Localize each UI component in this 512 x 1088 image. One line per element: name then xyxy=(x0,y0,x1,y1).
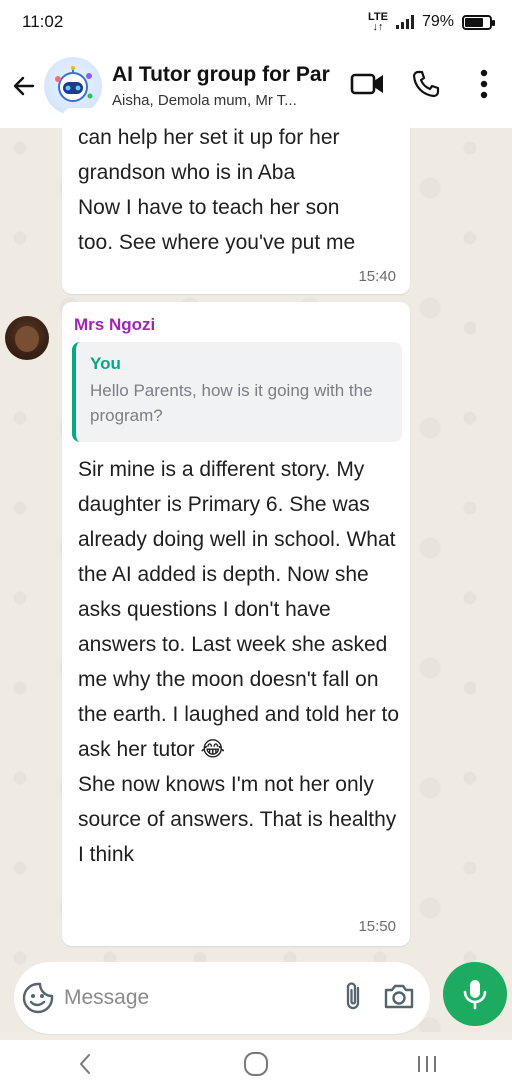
battery-icon xyxy=(462,14,495,30)
header-actions xyxy=(348,62,504,106)
message-time: 15:40 xyxy=(358,268,396,285)
status-indicators: LTE ↓↑ 79% xyxy=(368,11,495,33)
nav-back-icon xyxy=(80,1054,91,1074)
nav-home-icon xyxy=(243,1052,268,1076)
message-bubble[interactable]: Mrs Ngozi You Hello Parents, how is it g… xyxy=(62,302,410,946)
header-text[interactable]: AI Tutor group for Par Aisha, Demola mum… xyxy=(112,63,352,109)
nav-recents-button[interactable] xyxy=(397,1044,457,1084)
message-bubble-previous[interactable]: can help her set it up for her grandson … xyxy=(62,108,410,294)
nav-home-button[interactable] xyxy=(226,1044,286,1084)
battery-percent: 79% xyxy=(421,13,454,30)
back-button[interactable] xyxy=(6,66,42,106)
robot-icon xyxy=(55,66,93,102)
message-text: can help her set it up for her grandson … xyxy=(78,126,356,254)
system-navigation-bar xyxy=(0,1040,512,1088)
video-call-icon xyxy=(350,73,383,95)
attach-button[interactable] xyxy=(342,979,364,1018)
signal-icon xyxy=(395,15,414,29)
nav-back-button[interactable] xyxy=(55,1044,115,1084)
camera-button[interactable] xyxy=(382,981,416,1016)
emoji-sticker-icon xyxy=(22,982,54,1014)
status-bar: 11:02 LTE ↓↑ 79% xyxy=(0,0,512,44)
more-options-button[interactable] xyxy=(464,62,504,106)
more-options-icon xyxy=(480,69,488,99)
sender-name[interactable]: Mrs Ngozi xyxy=(74,315,155,335)
quote-author: You xyxy=(90,354,121,373)
back-arrow-icon xyxy=(13,76,35,96)
emoji-button[interactable] xyxy=(18,978,58,1018)
video-call-button[interactable] xyxy=(348,62,388,106)
network-type: LTE ↓↑ xyxy=(368,11,388,33)
group-title: AI Tutor group for Par xyxy=(112,63,330,86)
camera-icon xyxy=(384,984,414,1008)
message-input[interactable] xyxy=(64,986,284,1010)
quoted-message[interactable]: You Hello Parents, how is it going with … xyxy=(72,342,402,442)
voice-call-button[interactable] xyxy=(406,62,446,106)
message-time: 15:50 xyxy=(358,918,396,935)
composer-actions xyxy=(342,979,416,1018)
message-composer xyxy=(14,962,430,1034)
mic-icon xyxy=(463,980,487,1010)
attach-icon xyxy=(346,981,360,1009)
group-avatar[interactable] xyxy=(44,57,102,115)
nav-recents-icon xyxy=(417,1056,436,1072)
group-members: Aisha, Demola mum, Mr T... xyxy=(112,92,297,109)
message-text: Sir mine is a different story. My daught… xyxy=(78,458,400,866)
quote-text: Hello Parents, how is it going with the … xyxy=(90,381,373,425)
sender-avatar[interactable] xyxy=(5,316,49,360)
status-time: 11:02 xyxy=(22,12,64,31)
voice-message-button[interactable] xyxy=(443,962,507,1026)
phone-icon xyxy=(412,70,440,98)
